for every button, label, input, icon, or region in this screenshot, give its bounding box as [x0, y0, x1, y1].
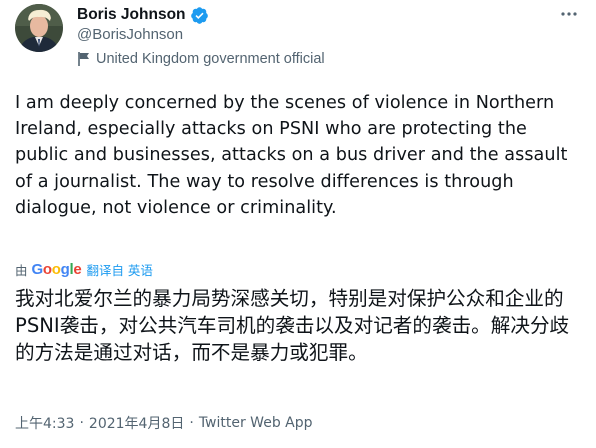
- verified-badge-icon: [190, 6, 209, 25]
- tweet-header: Boris Johnson @BorisJohnson United Kingd…: [15, 0, 585, 72]
- flag-icon: [77, 51, 91, 67]
- meta-separator: ·: [189, 415, 194, 431]
- label-text: United Kingdom government official: [96, 51, 325, 67]
- avatar[interactable]: [15, 4, 63, 52]
- google-logo: Google: [31, 260, 82, 278]
- translation-attribution: 由 Google 翻译自 英语: [15, 260, 153, 278]
- tweet-time[interactable]: 上午4:33: [15, 413, 74, 433]
- name-row: Boris Johnson: [77, 5, 209, 25]
- handle[interactable]: @BorisJohnson: [77, 26, 183, 43]
- more-options-button[interactable]: [557, 2, 581, 26]
- tweet-source[interactable]: Twitter Web App: [199, 415, 313, 431]
- display-name[interactable]: Boris Johnson: [77, 6, 186, 24]
- tweet-date[interactable]: 2021年4月8日: [89, 413, 184, 433]
- meta-separator: ·: [79, 415, 84, 431]
- tweet-meta: 上午4:33 · 2021年4月8日 · Twitter Web App: [15, 413, 313, 433]
- affiliation-label: United Kingdom government official: [77, 49, 325, 69]
- tweet-text: I am deeply concerned by the scenes of v…: [15, 93, 568, 218]
- translated-text: 我对北爱尔兰的暴力局势深感关切，特别是对保护公众和企业的PSNI袭击，对公共汽车…: [15, 287, 570, 364]
- translation-by: 由: [15, 262, 28, 278]
- translated-from-link[interactable]: 翻译自 英语: [86, 260, 152, 279]
- more-icon: [561, 12, 577, 16]
